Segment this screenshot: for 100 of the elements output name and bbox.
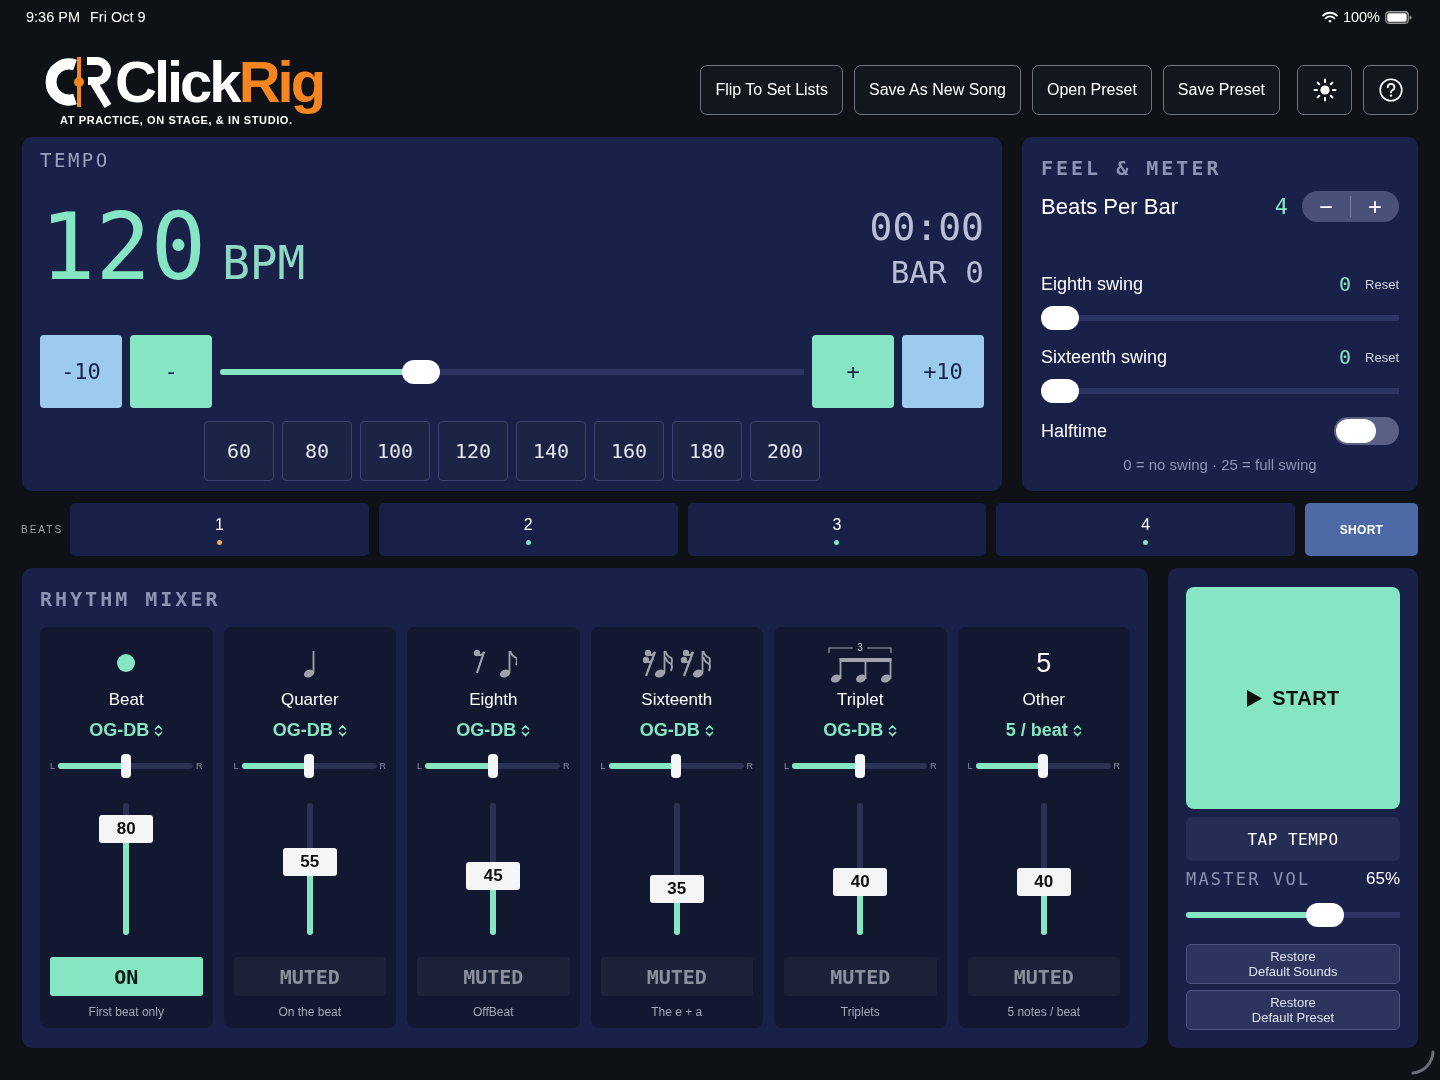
panel-title: TEMPO	[40, 148, 111, 172]
elapsed-time: 00:00	[869, 205, 984, 249]
sound-select[interactable]: 5 / beat	[1005, 720, 1082, 740]
pan-left-label: L	[600, 761, 606, 771]
volume-fader-handle[interactable]: 80	[99, 815, 154, 844]
status-date: Fri Oct 9	[90, 9, 146, 25]
channel-name: Beat	[108, 690, 144, 710]
theme-button[interactable]	[1297, 65, 1352, 115]
tempo-slider-handle[interactable]	[402, 359, 441, 384]
header-button[interactable]: Save Preset	[1162, 65, 1280, 115]
tempo-preset-button[interactable]: 200	[750, 421, 820, 481]
channel-name: Eighth	[469, 690, 518, 710]
wifi-icon	[1321, 11, 1338, 23]
tap-tempo-button[interactable]: TAP TEMPO	[1186, 817, 1400, 861]
mute-toggle-button[interactable]: ON	[50, 957, 203, 996]
volume-fader-handle[interactable]: 40	[1016, 868, 1071, 897]
start-button[interactable]: START	[1186, 587, 1400, 809]
up-down-chevron-icon	[888, 723, 898, 737]
swing-value: 0	[1339, 272, 1352, 296]
halftime-switch[interactable]	[1334, 417, 1399, 445]
channel-description: OffBeat	[473, 1004, 514, 1020]
up-down-chevron-icon	[337, 723, 347, 737]
channel-name: Quarter	[280, 690, 339, 710]
mute-toggle-button[interactable]: MUTED	[233, 957, 386, 996]
tempo-preset-button[interactable]: 140	[516, 421, 586, 481]
tempo-preset-button[interactable]: 80	[282, 421, 352, 481]
sun-icon	[1312, 78, 1337, 102]
volume-fader-handle[interactable]: 45	[466, 861, 521, 890]
tempo-step-button[interactable]: -	[130, 335, 212, 408]
battery-percentage: 100%	[1342, 9, 1380, 25]
corner-arc-icon	[1410, 1050, 1436, 1076]
mute-toggle-button[interactable]: MUTED	[417, 957, 570, 996]
master-volume-handle[interactable]	[1306, 903, 1345, 927]
master-volume-value: 65%	[1365, 869, 1400, 889]
mute-toggle-button[interactable]: MUTED	[784, 957, 937, 996]
pan-right-label: R	[196, 761, 203, 771]
pan-slider-handle[interactable]	[1038, 754, 1048, 778]
pan-slider-handle[interactable]	[487, 754, 498, 778]
volume-fader-handle[interactable]: 35	[649, 874, 704, 903]
tempo-preset-button[interactable]: 60	[204, 421, 274, 481]
reset-button[interactable]: Reset	[1365, 276, 1399, 292]
tempo-preset-button[interactable]: 100	[360, 421, 430, 481]
tempo-step-button[interactable]: +	[812, 335, 894, 408]
quarter-note-icon	[302, 648, 317, 678]
restore-button[interactable]: Restore Default Preset	[1186, 990, 1400, 1030]
reset-button[interactable]: Reset	[1365, 349, 1399, 365]
pan-slider-handle[interactable]	[120, 754, 131, 778]
tempo-step-button[interactable]: +10	[902, 335, 984, 408]
mute-toggle-button[interactable]: MUTED	[967, 957, 1120, 996]
beat-pad[interactable]: 3	[687, 503, 987, 556]
mute-toggle-button[interactable]: MUTED	[600, 957, 753, 996]
restore-button[interactable]: Restore Default Sounds	[1186, 944, 1400, 984]
decrement-button[interactable]: −	[1302, 191, 1350, 222]
channel-name: Sixteenth	[641, 690, 713, 710]
volume-fader-handle[interactable]: 40	[833, 868, 888, 897]
master-volume-label: MASTER VOL	[1186, 869, 1311, 889]
channel-name: Triplet	[836, 690, 884, 710]
short-button[interactable]: SHORT	[1305, 503, 1418, 556]
panel-title: FEEL & METER	[1041, 156, 1223, 180]
tempo-preset-button[interactable]: 180	[672, 421, 742, 481]
header-button[interactable]: Open Preset	[1032, 65, 1152, 115]
beat-pad[interactable]: 2	[378, 503, 678, 556]
pan-slider-handle[interactable]	[854, 754, 865, 778]
increment-button[interactable]: +	[1351, 191, 1399, 222]
swing-label: Sixteenth swing	[1041, 346, 1169, 368]
pan-right-label: R	[930, 761, 937, 771]
channel-description: The e + a	[651, 1004, 703, 1020]
channel-description: Triplets	[840, 1004, 880, 1020]
channel-description: 5 notes / beat	[1007, 1004, 1081, 1020]
pan-slider-handle[interactable]	[671, 754, 681, 778]
tempo-preset-button[interactable]: 160	[594, 421, 664, 481]
header-button[interactable]: Save As New Song	[854, 65, 1021, 115]
sound-select[interactable]: OG-DB	[639, 720, 714, 740]
pan-right-label: R	[379, 761, 386, 771]
pan-right-label: R	[563, 761, 570, 771]
header-button[interactable]: Flip To Set Lists	[700, 65, 844, 115]
sound-select[interactable]: OG-DB	[823, 720, 898, 740]
beat-pad[interactable]: 1	[70, 503, 369, 556]
sound-select[interactable]: OG-DB	[456, 720, 531, 740]
up-down-chevron-icon	[1072, 723, 1082, 737]
beat-pad[interactable]: 4	[996, 503, 1295, 556]
play-icon	[1246, 688, 1264, 708]
volume-fader-handle[interactable]: 55	[282, 848, 337, 877]
sound-select[interactable]: OG-DB	[272, 720, 347, 740]
pan-slider-handle[interactable]	[304, 754, 314, 778]
pan-right-label: R	[1113, 761, 1120, 771]
panel-title: RHYTHM MIXER	[40, 587, 222, 611]
tempo-step-button[interactable]: -10	[40, 335, 122, 408]
pan-left-label: L	[417, 761, 422, 771]
help-button[interactable]	[1363, 65, 1418, 115]
swing-slider-handle[interactable]	[1041, 379, 1079, 403]
up-down-chevron-icon	[704, 723, 714, 737]
help-icon	[1378, 78, 1403, 102]
pan-left-label: L	[784, 761, 789, 771]
swing-slider-handle[interactable]	[1041, 306, 1079, 330]
sound-select[interactable]: OG-DB	[89, 720, 164, 740]
beats-per-bar-value: 4	[1274, 194, 1288, 219]
beats-label: BEATS	[21, 524, 60, 535]
tempo-preset-button[interactable]: 120	[438, 421, 508, 481]
dot-icon	[117, 654, 136, 672]
